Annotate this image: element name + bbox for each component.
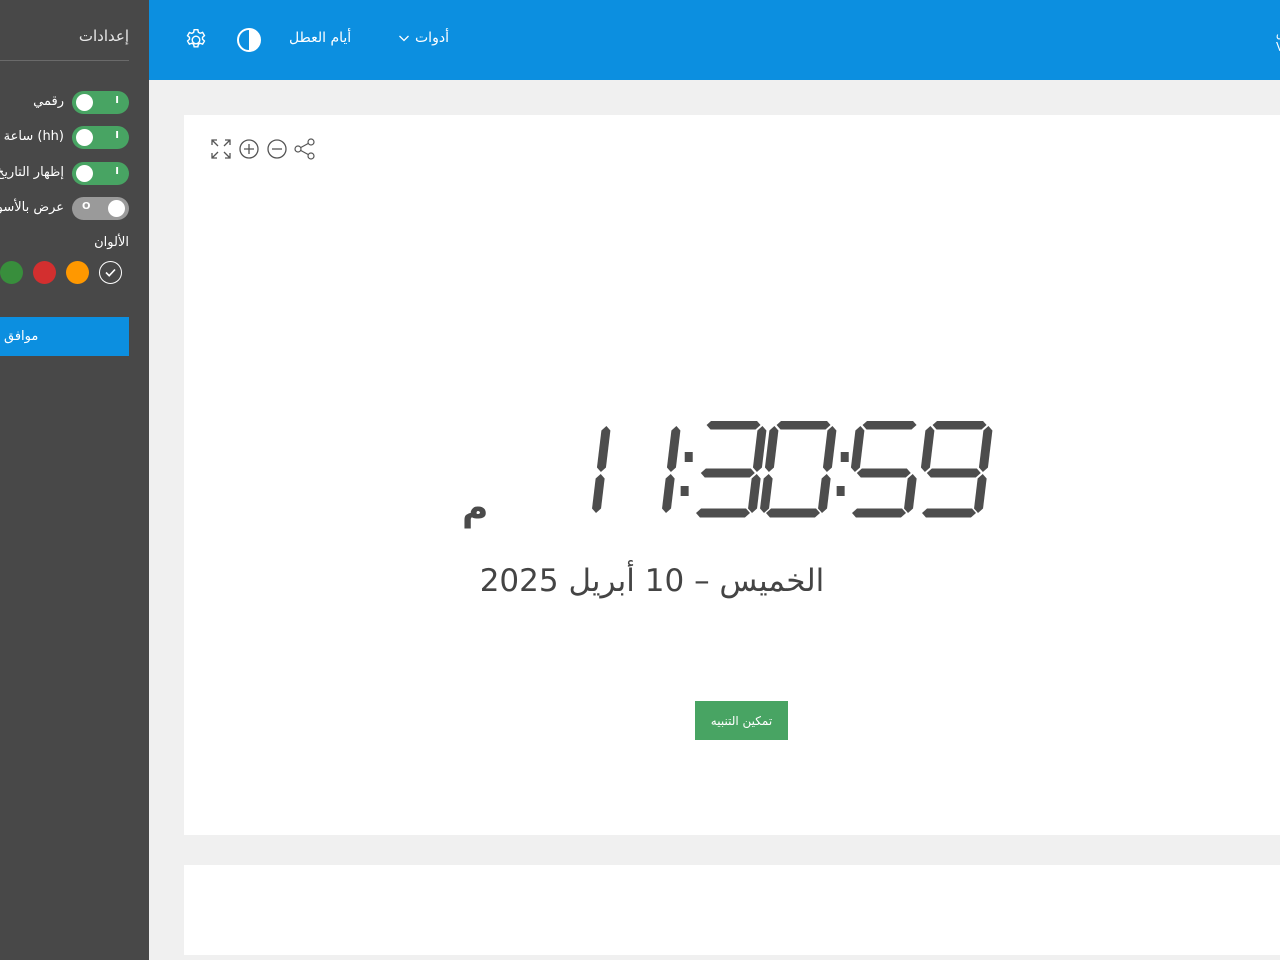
setting-show-date: إظهار التاريخ I: [0, 162, 129, 186]
colon-dot: [680, 486, 689, 496]
toggle-knob: [76, 165, 93, 182]
segment: [706, 420, 761, 430]
segment: [904, 474, 917, 513]
segment: [696, 508, 750, 518]
digital-clock-display: [592, 420, 993, 518]
segment: [592, 474, 605, 513]
colors-label: الألوان: [94, 235, 129, 250]
segment: [978, 426, 993, 472]
zoom-out-icon[interactable]: [266, 138, 288, 160]
setting-dark-mode-label: عرض بالأسود: [0, 200, 64, 215]
segment: [666, 426, 681, 472]
color-swatch-green[interactable]: [0, 261, 23, 284]
colon-dot: [684, 452, 693, 462]
enable-alarm-button[interactable]: تمكين التنبيه: [695, 701, 788, 740]
checkmark-icon: [105, 268, 116, 277]
segment: [776, 420, 831, 430]
sidebar-divider: [0, 60, 129, 61]
toggle-knob: [108, 200, 125, 217]
segment: [822, 426, 837, 472]
segment: [974, 474, 987, 513]
setting-digital-label: رقمي: [33, 94, 64, 109]
setting-12-hour: 12 ساعة (hh) I: [0, 126, 129, 150]
segment: [850, 426, 865, 472]
fullscreen-icon[interactable]: [210, 138, 232, 160]
toggle-knob: [76, 94, 93, 111]
segment: [926, 468, 981, 478]
setting-show-date-label: إظهار التاريخ: [0, 165, 64, 180]
toggle-knob: [76, 129, 93, 146]
segment: [596, 426, 611, 472]
settings-icon[interactable]: [183, 27, 209, 53]
segment: [856, 468, 911, 478]
segment: [862, 420, 917, 430]
toggle-state: I: [115, 166, 119, 177]
segment: [932, 420, 987, 430]
settings-sidebar: إعدادات رقمي I 12 ساعة (hh) I إظهار التا…: [0, 0, 149, 960]
color-swatch-orange[interactable]: [66, 261, 89, 284]
clock-card: م الخميس – 10 أبريل 2025 تمكين التنبيه: [184, 115, 1280, 835]
tools-menu-label: أدوات: [415, 30, 449, 46]
color-swatch-white[interactable]: [99, 261, 122, 284]
share-icon[interactable]: [294, 138, 316, 160]
segment: [764, 426, 779, 472]
tools-menu[interactable]: أدوات: [398, 30, 449, 46]
sidebar-title: إعدادات: [78, 27, 129, 45]
setting-show-date-toggle[interactable]: I: [72, 162, 129, 185]
toggle-state: I: [115, 130, 119, 141]
setting-12-hour-label: 12 ساعة (hh): [0, 129, 64, 144]
segment: [766, 508, 820, 518]
holidays-link[interactable]: أيام العطل: [289, 30, 351, 46]
header-edge-text: ق V: [1276, 26, 1280, 54]
segment: [748, 474, 761, 513]
setting-digital: رقمي I: [0, 91, 129, 115]
colon-dot: [836, 486, 845, 496]
colon-dot: [840, 452, 849, 462]
date-display: الخميس – 10 أبريل 2025: [479, 563, 825, 599]
segment: [852, 508, 906, 518]
segment: [752, 426, 767, 472]
contrast-icon[interactable]: [236, 27, 262, 53]
setting-dark-mode: عرض بالأسود O: [0, 197, 129, 221]
segment: [700, 468, 755, 478]
setting-12-hour-toggle[interactable]: I: [72, 126, 129, 149]
segment: [922, 508, 976, 518]
color-swatch-red[interactable]: [33, 261, 56, 284]
segment: [920, 426, 935, 472]
digital-clock: [534, 420, 994, 535]
setting-digital-toggle[interactable]: I: [72, 91, 129, 114]
zoom-in-icon[interactable]: [238, 138, 260, 160]
toggle-state: I: [115, 95, 119, 106]
segment: [662, 474, 675, 513]
toggle-state: O: [82, 201, 91, 212]
segment: [818, 474, 831, 513]
secondary-card: [184, 865, 1280, 955]
am-pm-indicator: م: [462, 488, 489, 529]
setting-dark-mode-toggle[interactable]: O: [72, 197, 129, 220]
ok-button[interactable]: موافق: [0, 317, 129, 356]
chevron-down-icon: [399, 35, 409, 42]
top-header: أيام العطل أدوات ق V: [149, 0, 1280, 80]
segment: [760, 474, 773, 513]
